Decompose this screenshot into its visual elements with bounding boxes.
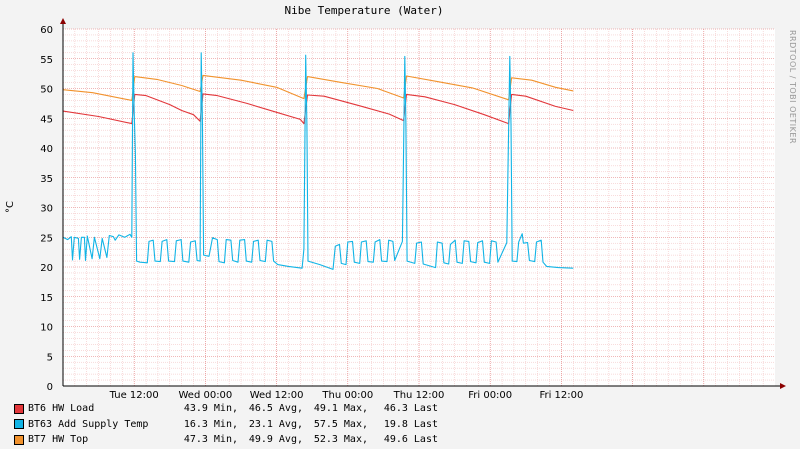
legend-item: BT63 Add Supply Temp 16.3 Min, 23.1 Avg, 57… [14,417,438,433]
y-tick-label: 55 [40,55,53,66]
legend-swatch [14,403,24,414]
y-axis-ticks: 0 5 10 15 20 25 30 35 40 45 50 55 60 [40,25,53,393]
y-tick-label: 0 [47,382,53,393]
y-tick-label: 35 [40,174,53,185]
x-tick-label: Wed 12:00 [250,390,304,401]
legend-max-value: 57.5 Max, [313,418,368,430]
legend-min-value: 16.3 Min, [183,418,238,430]
legend-series-name: BT63 Add Supply Temp [28,418,149,430]
y-tick-label: 5 [47,352,53,363]
y-tick-label: 15 [40,293,53,304]
y-axis-arrow [60,18,66,24]
legend-last-value: 49.6 Last [383,434,438,446]
legend: BT6 HW Load 43.9 Min, 46.5 Avg, 49.1 Max, 46… [14,401,438,448]
x-tick-label: Thu 00:00 [321,390,373,401]
x-tick-label: Thu 12:00 [393,390,445,401]
y-tick-label: 30 [40,204,53,215]
y-tick-label: 45 [40,114,53,125]
x-tick-label: Tue 12:00 [109,390,159,401]
legend-max-value: 49.1 Max, [313,403,368,415]
legend-last-value: 46.3 Last [383,403,438,415]
y-tick-label: 20 [40,263,53,274]
x-axis-ticks: Tue 12:00 Wed 00:00 Wed 12:00 Thu 00:00 Thu … [109,390,584,401]
legend-item: BT7 HW Top 47.3 Min, 49.9 Avg, 52.3 Max, 49.… [14,432,438,448]
y-tick-label: 50 [40,85,53,96]
x-tick-label: Fri 12:00 [539,390,583,401]
watermark: RRDTOOL / TOBI OETIKER [788,30,797,144]
y-axis-label: °C [5,201,16,213]
legend-max-value: 52.3 Max, [313,434,368,446]
chart-title: Nibe Temperature (Water) [285,4,444,17]
x-tick-label: Wed 00:00 [178,390,232,401]
y-tick-label: 25 [40,233,53,244]
legend-avg-value: 23.1 Avg, [248,418,303,430]
legend-series-name: BT7 HW Top [28,434,89,446]
x-tick-label: Fri 00:00 [468,390,512,401]
legend-avg-value: 49.9 Avg, [248,434,303,446]
legend-swatch [14,419,24,430]
legend-series-name: BT6 HW Load [28,403,95,415]
y-tick-label: 60 [40,25,53,36]
legend-last-value: 19.8 Last [383,418,438,430]
legend-swatch [14,434,24,445]
chart: 0 5 10 15 20 25 30 35 40 45 50 55 60 Tue 12:00 Wed 00… [5,4,797,401]
legend-item: BT6 HW Load 43.9 Min, 46.5 Avg, 49.1 Max, 46… [14,401,438,417]
legend-min-value: 43.9 Min, [183,403,238,415]
legend-avg-value: 46.5 Avg, [248,403,303,415]
y-tick-label: 40 [40,144,53,155]
x-axis-arrow [780,383,786,389]
y-tick-label: 10 [40,323,53,334]
legend-min-value: 47.3 Min, [183,434,238,446]
